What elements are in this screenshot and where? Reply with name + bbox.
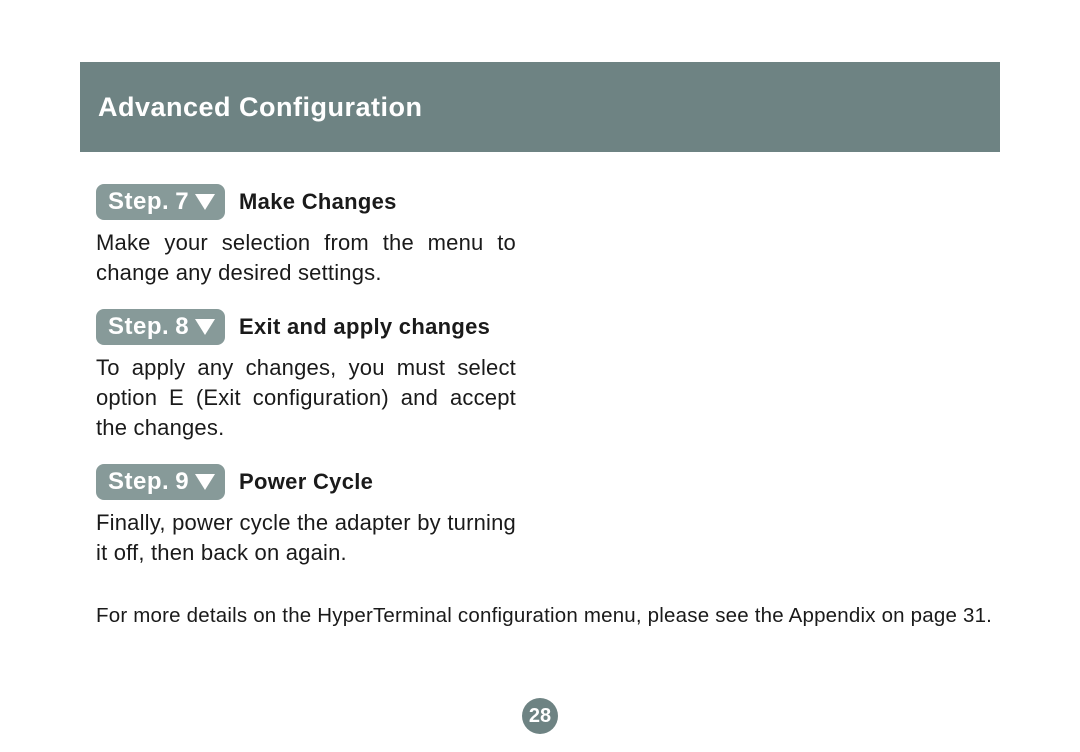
footer-note: For more details on the HyperTerminal co… bbox=[96, 604, 1006, 628]
step-badge-word: Step. bbox=[108, 313, 169, 341]
step-badge-word: Step. bbox=[108, 468, 169, 496]
page-number: 28 bbox=[522, 698, 558, 734]
step-row: Step. 9 Power Cycle bbox=[96, 464, 1006, 500]
page-title: Advanced Configuration bbox=[98, 92, 423, 123]
step-body: Finally, power cycle the adapter by turn… bbox=[96, 508, 516, 567]
step-row: Step. 7 Make Changes bbox=[96, 184, 1006, 220]
step-title: Power Cycle bbox=[239, 469, 373, 495]
header-bar: Advanced Configuration bbox=[80, 62, 1000, 152]
step-body: Make your selection from the menu to cha… bbox=[96, 228, 516, 287]
step-row: Step. 8 Exit and apply changes bbox=[96, 309, 1006, 345]
step-badge-8: Step. 8 bbox=[96, 309, 225, 345]
step-badge-7: Step. 7 bbox=[96, 184, 225, 220]
down-arrow-icon bbox=[195, 194, 215, 210]
step-badge-number: 9 bbox=[175, 468, 189, 496]
step-badge-word: Step. bbox=[108, 188, 169, 216]
step-title: Exit and apply changes bbox=[239, 314, 490, 340]
step-badge-number: 8 bbox=[175, 313, 189, 341]
down-arrow-icon bbox=[195, 474, 215, 490]
step-badge-number: 7 bbox=[175, 188, 189, 216]
step-title: Make Changes bbox=[239, 189, 397, 215]
step-badge-9: Step. 9 bbox=[96, 464, 225, 500]
content-area: Step. 7 Make Changes Make your selection… bbox=[96, 184, 1006, 628]
step-body: To apply any changes, you must select op… bbox=[96, 353, 516, 442]
down-arrow-icon bbox=[195, 319, 215, 335]
